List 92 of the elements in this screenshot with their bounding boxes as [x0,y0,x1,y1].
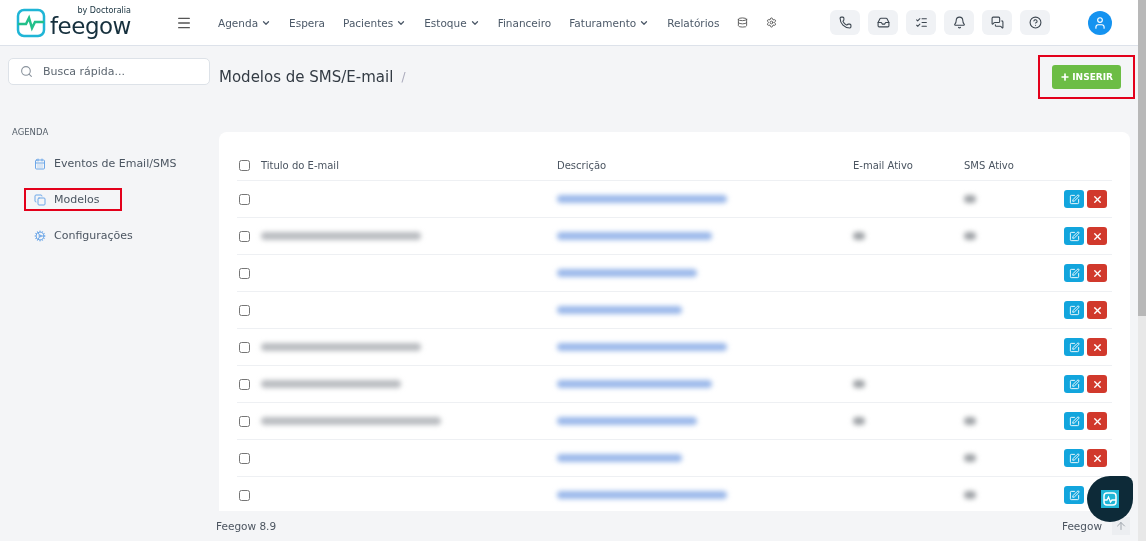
close-icon [1091,267,1103,279]
delete-button[interactable] [1087,412,1107,430]
sidebar-item[interactable]: Modelos [24,188,122,211]
search-icon [20,65,33,78]
edit-button[interactable] [1064,449,1084,467]
row-checkbox[interactable] [239,304,250,316]
close-icon [1091,452,1103,464]
edit-icon [1068,341,1080,353]
delete-button[interactable] [1087,301,1107,319]
nav-item[interactable]: Faturamento [569,16,650,29]
column-header: Descrição [557,159,608,171]
column-header: SMS Ativo [964,159,1015,171]
brand-byline: by Doctoralia [77,7,131,15]
edit-icon [1068,230,1080,242]
delete-button[interactable] [1087,190,1107,208]
sidebar-item[interactable]: Configurações [24,224,155,247]
row-checkbox[interactable] [239,489,250,501]
close-icon [1091,230,1103,242]
column-header: Titulo do E-mail [261,159,340,171]
edit-button[interactable] [1064,338,1084,356]
nav-item[interactable]: Pacientes [343,16,407,29]
nav-item[interactable]: Relatórios [667,16,720,29]
delete-button[interactable] [1087,227,1107,245]
edit-button[interactable] [1064,375,1084,393]
nav-item[interactable]: Agenda [218,16,272,29]
row-checkbox[interactable] [239,415,250,427]
row-checkbox[interactable] [239,267,250,279]
breadcrumb-separator: / [401,70,406,84]
edit-button[interactable] [1064,190,1084,208]
user-avatar[interactable] [1088,10,1112,35]
gear-icon [34,229,46,242]
close-icon [1091,193,1103,205]
sidebar-item[interactable]: Eventos de Email/SMS [24,152,199,175]
row-checkbox[interactable] [239,378,250,390]
column-header: E-mail Ativo [853,159,914,171]
settings-icon[interactable] [766,17,778,28]
phone-button[interactable] [830,10,860,35]
row-checkbox[interactable] [239,193,250,205]
close-icon [1091,304,1103,316]
edit-button[interactable] [1064,412,1084,430]
close-icon [1091,378,1103,390]
nav-item[interactable]: Espera [289,16,326,29]
delete-button[interactable] [1087,264,1107,282]
row-checkbox[interactable] [239,341,250,353]
logo-icon [16,7,46,38]
help-button[interactable] [1020,10,1050,35]
bell-icon [952,16,966,29]
close-icon [1091,341,1103,353]
delete-button[interactable] [1087,449,1107,467]
edit-icon [1068,452,1080,464]
inbox-button[interactable] [868,10,898,35]
notifications-button[interactable] [944,10,974,35]
phone-icon [838,16,852,29]
brand-name: feegow [50,15,131,38]
row-checkbox[interactable] [239,452,250,464]
edit-icon [1068,415,1080,427]
nav-item[interactable]: Estoque [424,16,480,29]
edit-button[interactable] [1064,264,1084,282]
close-icon [1091,415,1103,427]
calendar-icon [34,157,46,170]
edit-button[interactable] [1064,301,1084,319]
footer-brand: Feegow [1061,520,1102,532]
inbox-icon [876,16,890,29]
edit-icon [1068,378,1080,390]
help-icon [1028,16,1042,29]
edit-button[interactable] [1064,227,1084,245]
arrow-up-icon [1115,520,1127,532]
row-checkbox[interactable] [239,230,250,242]
edit-icon [1068,193,1080,205]
page-title: Modelos de SMS/E-mail [219,68,394,86]
scrollbar-thumb[interactable] [1138,0,1146,316]
edit-icon [1068,267,1080,279]
checklist-button[interactable] [906,10,936,35]
chat-bubbles-icon [990,16,1004,29]
edit-button[interactable] [1064,486,1084,504]
plus-icon [1060,72,1071,82]
checklist-icon [914,16,928,29]
delete-button[interactable] [1087,375,1107,393]
edit-icon [1068,489,1080,501]
delete-button[interactable] [1087,338,1107,356]
version-text: Feegow 8.9 [216,520,277,532]
search-field[interactable]: Busca rápida... [8,58,210,85]
select-all-checkbox[interactable] [239,159,250,171]
database-icon[interactable] [737,17,749,28]
scrollbar[interactable] [1138,0,1146,541]
logo-icon [1101,490,1119,508]
section-heading: AGENDA [12,127,50,137]
copy-icon [34,193,46,206]
user-icon [1093,15,1107,30]
chat-button[interactable] [982,10,1012,35]
edit-icon [1068,304,1080,316]
nav-item[interactable]: Financeiro [497,16,552,29]
